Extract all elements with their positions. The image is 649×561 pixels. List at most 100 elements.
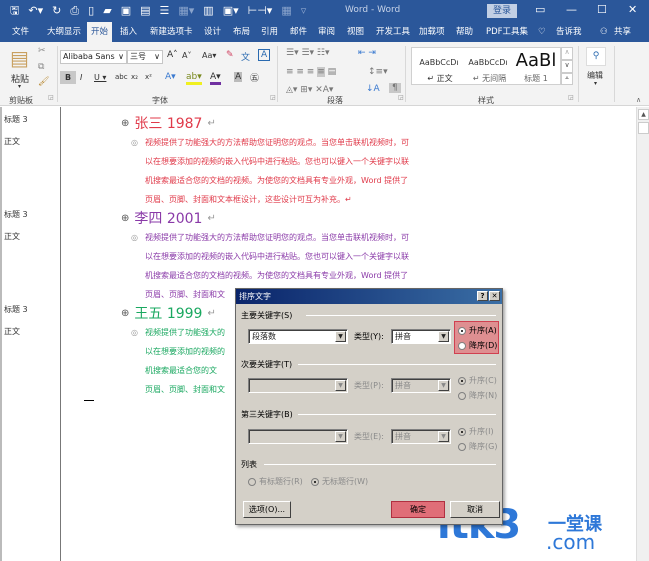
body-paragraph-3[interactable]: ◎ 视频提供了功能强大的 以在想要添加的视频的 机搜索最适合您的文 页眉、页脚、… xyxy=(131,323,241,399)
dialog-close-button[interactable]: ✕ xyxy=(489,291,500,301)
shrink-font-icon[interactable]: A˅ xyxy=(182,51,191,60)
font-color-icon[interactable]: A▾ xyxy=(210,72,221,85)
tab-review[interactable]: 审阅 xyxy=(318,22,335,42)
font-launcher-icon[interactable]: ◲ xyxy=(270,94,276,101)
secondary-type-select[interactable]: 拼音 ▼ xyxy=(391,378,451,393)
cancel-button[interactable]: 取消 xyxy=(450,501,500,518)
primary-ascending-radio[interactable]: 升序(A) xyxy=(458,325,497,336)
copy-icon[interactable]: ⧉ xyxy=(38,62,44,72)
document-icon[interactable]: ☰ xyxy=(160,3,170,19)
tab-developer[interactable]: 开发工具 xyxy=(376,22,410,42)
enclose-char-icon[interactable]: ㊄ xyxy=(250,71,259,84)
sort-icon[interactable]: ↓A xyxy=(366,84,380,94)
strikethrough-button[interactable]: abc xyxy=(115,73,128,81)
scroll-up-icon[interactable]: ▲ xyxy=(638,109,649,120)
tab-layout[interactable]: 布局 xyxy=(233,22,250,42)
tertiary-key-select[interactable]: ▼ xyxy=(248,429,348,444)
phonetic-guide-icon[interactable]: 文 xyxy=(241,50,250,63)
superscript-button[interactable]: x² xyxy=(145,73,152,81)
text-effects-icon[interactable]: A▾ xyxy=(165,72,176,82)
primary-key-select[interactable]: 段落数 ▼ xyxy=(248,329,348,344)
ribbon-options-icon[interactable]: ▭ xyxy=(535,3,545,16)
tertiary-ascending-radio[interactable]: 升序(I) xyxy=(458,426,494,437)
paste-icon[interactable]: ▣ xyxy=(121,3,131,19)
tab-pdf[interactable]: PDF工具集 xyxy=(486,22,528,42)
primary-descending-radio[interactable]: 降序(D) xyxy=(458,340,497,351)
bold-button[interactable]: B xyxy=(60,71,77,84)
save-icon[interactable]: 🖫 xyxy=(10,3,19,19)
undo-icon[interactable]: ↶▾ xyxy=(28,3,43,19)
secondary-ascending-radio[interactable]: 升序(C) xyxy=(458,375,497,386)
cut-icon[interactable]: ✂ xyxy=(38,46,46,56)
styles-scroll-up-icon[interactable]: ∧ xyxy=(561,47,573,60)
style-preview-heading1[interactable]: AaBl xyxy=(512,50,560,71)
print-preview-icon[interactable]: ⎙ xyxy=(70,3,79,19)
share-button[interactable]: 共享 xyxy=(614,22,631,42)
help-button[interactable]: ? xyxy=(477,291,488,301)
ok-button[interactable]: 确定 xyxy=(391,501,445,518)
tab-insert[interactable]: 插入 xyxy=(120,22,137,42)
tab-references[interactable]: 引用 xyxy=(261,22,278,42)
share-icon[interactable]: ⚇ xyxy=(600,22,608,42)
secondary-descending-radio[interactable]: 降序(N) xyxy=(458,390,497,401)
format-painter-icon[interactable]: 🖌 xyxy=(38,77,49,87)
change-case-icon[interactable]: Aa▾ xyxy=(202,51,216,60)
redo-icon[interactable]: ↻ xyxy=(52,3,61,19)
styles-launcher-icon[interactable]: ◲ xyxy=(568,94,574,101)
line-spacing-icon[interactable]: ↕≡▾ xyxy=(368,67,388,77)
body-paragraph-1[interactable]: ◎ 视频提供了功能强大的方法帮助您证明您的观点。当您单击联机视频时，可 以在想要… xyxy=(131,133,461,209)
primary-type-select[interactable]: 拼音 ▼ xyxy=(391,329,451,344)
grow-font-icon[interactable]: A˄ xyxy=(167,50,178,60)
char-border-icon[interactable]: A xyxy=(258,49,271,61)
has-header-radio[interactable]: 有标题行(R) xyxy=(248,476,303,487)
tertiary-type-select[interactable]: 拼音 ▼ xyxy=(391,429,451,444)
styles-scroll-down-icon[interactable]: ∨ xyxy=(561,60,573,73)
no-header-radio[interactable]: 无标题行(W) xyxy=(311,476,368,487)
login-button[interactable]: 登录 xyxy=(487,4,517,18)
paste-icon[interactable]: ▤ xyxy=(10,46,29,70)
maximize-button[interactable]: ☐ xyxy=(597,3,607,16)
options-button[interactable]: 选项(O)... xyxy=(243,501,291,518)
show-marks-icon[interactable]: ¶ xyxy=(389,83,401,93)
minimize-button[interactable]: — xyxy=(566,3,577,16)
lightbulb-icon[interactable]: ♡ xyxy=(538,22,546,42)
columns-icon[interactable]: ▥ xyxy=(203,3,213,19)
editing-dropdown-icon[interactable]: ▾ xyxy=(594,80,597,87)
close-button[interactable]: ✕ xyxy=(628,3,637,16)
heading-3[interactable]: ⊕ 王五 1999 ↵ xyxy=(121,303,216,323)
table-icon[interactable]: ▦▾ xyxy=(178,3,194,19)
style-preview-no-spacing[interactable]: AaBbCcDı xyxy=(464,58,512,67)
tab-view[interactable]: 视图 xyxy=(347,22,364,42)
clipboard-launcher-icon[interactable]: ◲ xyxy=(48,94,54,101)
style-preview-normal[interactable]: AaBbCcDı xyxy=(415,58,463,67)
tab-home[interactable]: 开始 xyxy=(87,22,113,42)
heading-1[interactable]: ⊕ 张三 1987 ↵ xyxy=(121,113,216,133)
expand-icon[interactable]: ⊕ xyxy=(121,118,129,129)
tab-mailings[interactable]: 邮件 xyxy=(290,22,307,42)
bullets-icon[interactable]: ☰▾ ☰▾ ☷▾ xyxy=(286,48,329,58)
spacing-icon[interactable]: ⊢⊣▾ xyxy=(248,3,273,19)
find-icon[interactable]: ⚲ xyxy=(586,47,606,66)
tab-new[interactable]: 新建选项卡 xyxy=(150,22,193,42)
subscript-button[interactable]: x₂ xyxy=(131,73,138,81)
shading-border-icons[interactable]: ◬▾ ⊞▾ ✕A▾ xyxy=(286,85,333,95)
tab-file[interactable]: 文件 xyxy=(12,22,29,42)
paste-dropdown-icon[interactable]: ▾ xyxy=(18,83,21,90)
clear-format-icon[interactable]: ✎ xyxy=(226,50,234,60)
dialog-title-bar[interactable]: 排序文字 ? ✕ xyxy=(236,289,502,304)
paste-special-icon[interactable]: ▤ xyxy=(140,3,150,19)
style-name-no-spacing[interactable]: ↵ 无间隔 xyxy=(467,73,512,84)
styles-more-icon[interactable]: ⩡ xyxy=(561,73,573,85)
vertical-scrollbar[interactable]: ▲ xyxy=(636,107,649,561)
tertiary-descending-radio[interactable]: 降序(G) xyxy=(458,441,497,452)
tab-outline[interactable]: 大纲显示 xyxy=(47,22,81,42)
qat-more-icon[interactable]: ▿ xyxy=(301,3,307,19)
tab-design[interactable]: 设计 xyxy=(204,22,221,42)
tell-me-input[interactable]: 告诉我 xyxy=(556,22,582,42)
open-folder-icon[interactable]: ▰ xyxy=(103,3,111,19)
expand-icon[interactable]: ⊕ xyxy=(121,308,129,319)
indent-icons[interactable]: ⇤ ⇥ xyxy=(358,48,376,58)
heading-2[interactable]: ⊕ 李四 2001 ↵ xyxy=(121,208,216,228)
secondary-key-select[interactable]: ▼ xyxy=(248,378,348,393)
align-icons[interactable]: ≡ ≡ ≡ ≡ ▤ xyxy=(286,67,336,77)
